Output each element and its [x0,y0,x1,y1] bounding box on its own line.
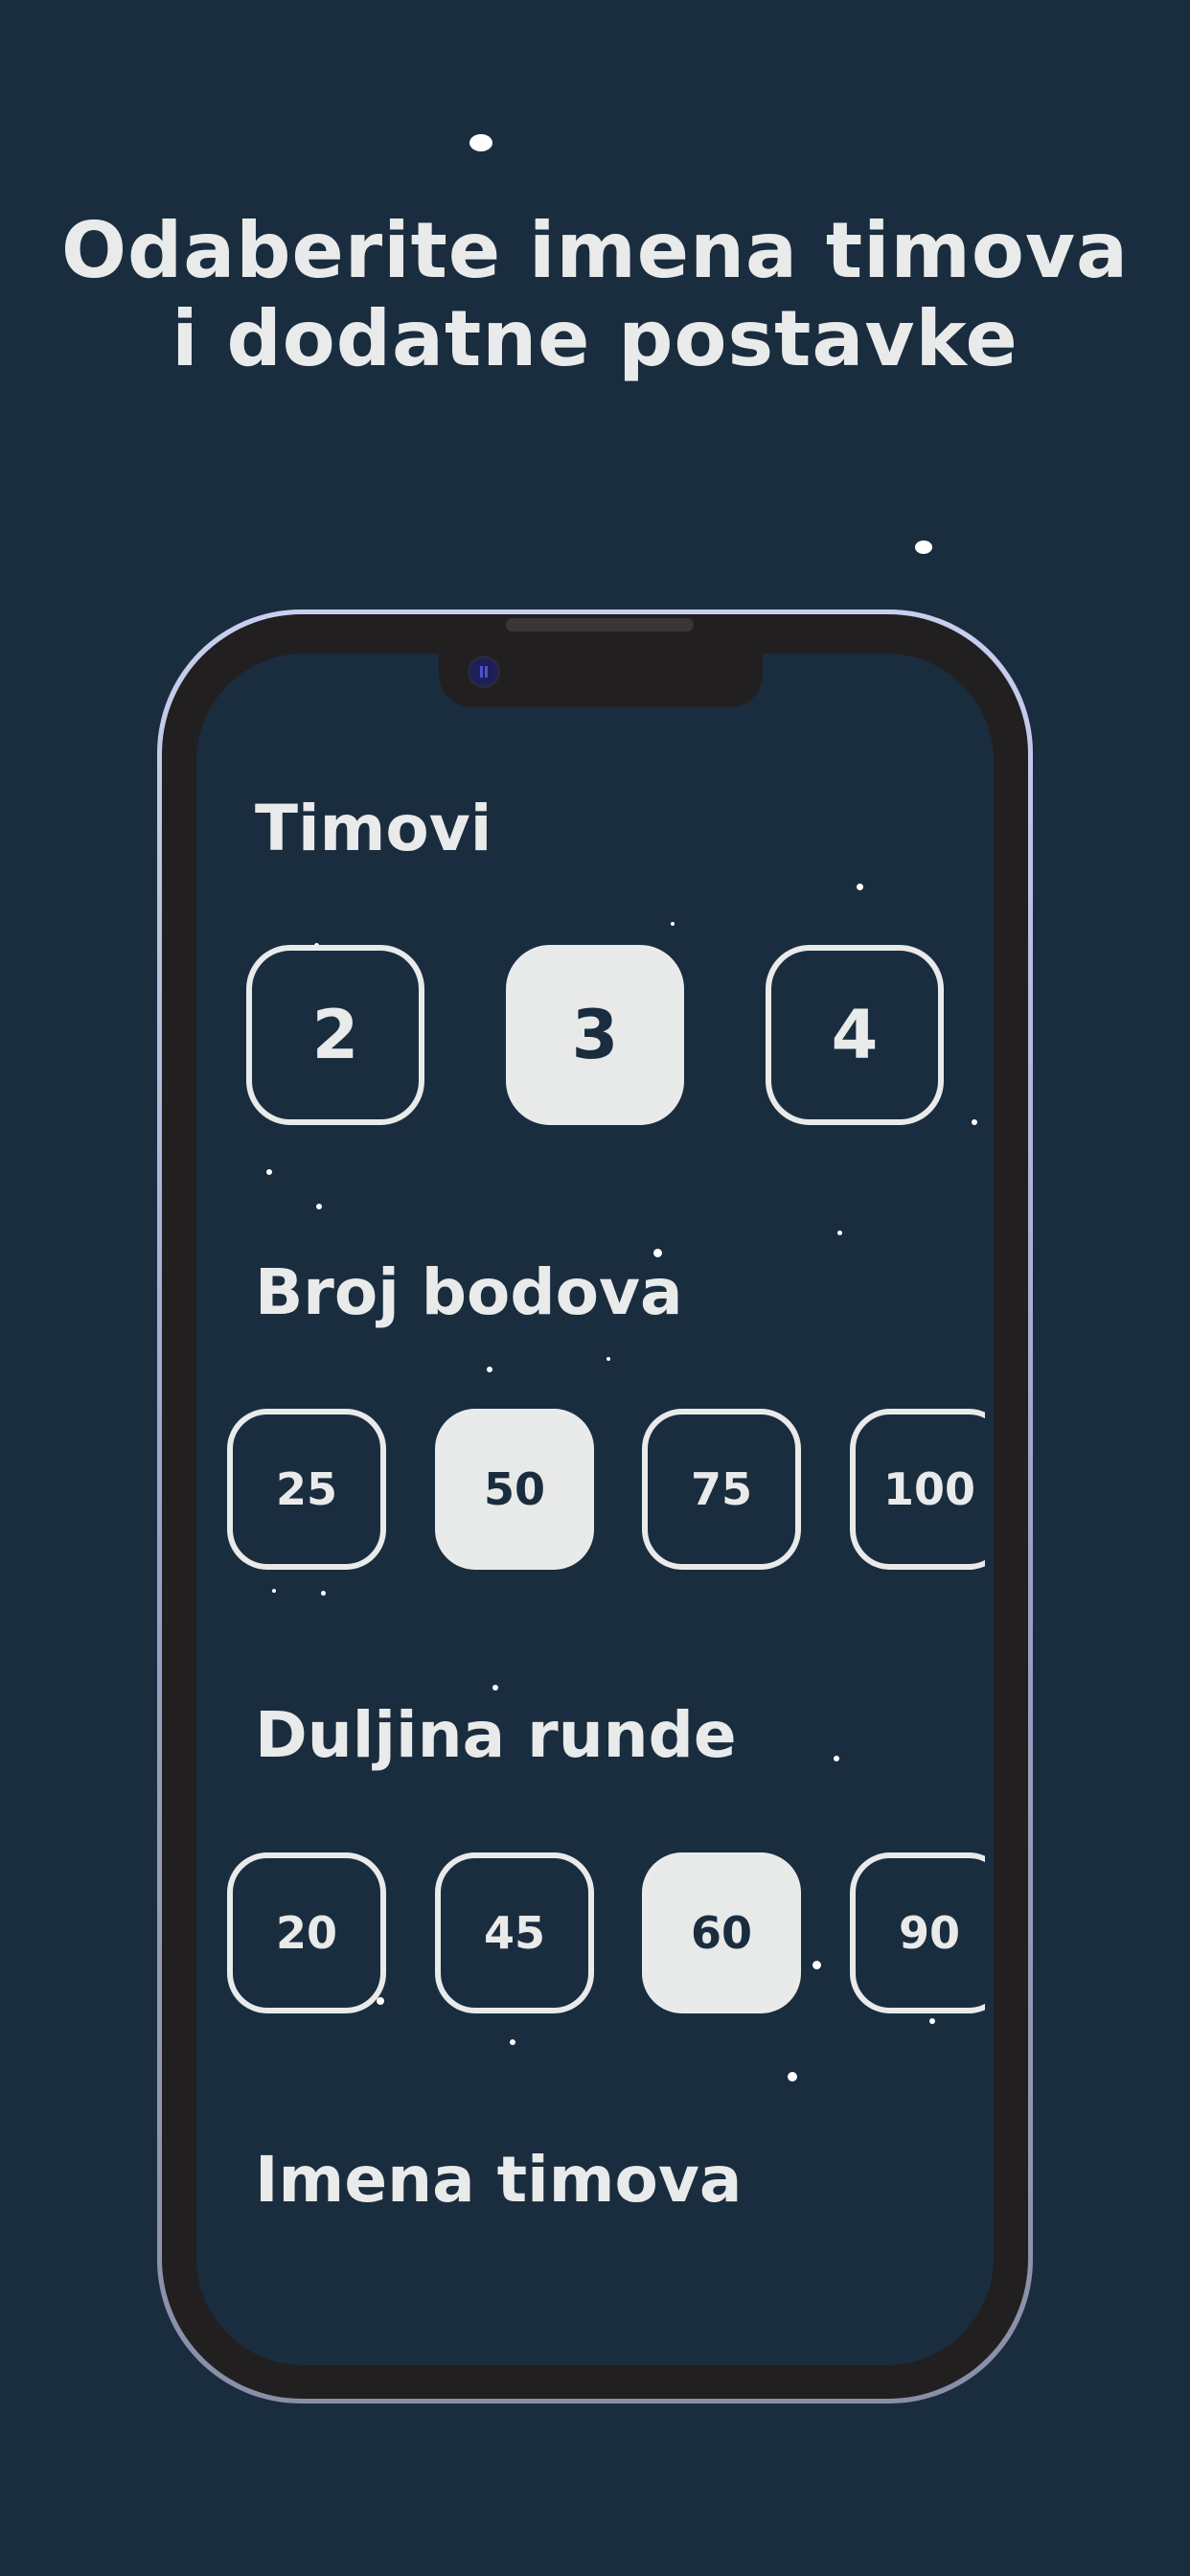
phone-speaker [506,618,694,632]
promo-headline: Odaberite imena timova i dodatne postavk… [0,207,1190,383]
star-decoration [492,1685,498,1690]
round-length-options-row: 20 45 60 90 [192,1851,985,2017]
round-length-option-20[interactable]: 20 [227,1852,386,2013]
headline-line-1: Odaberite imena timova [61,206,1129,295]
star-decoration [671,922,675,926]
star-decoration [487,1367,492,1372]
star-decoration [788,2072,797,2082]
teams-section-title: Timovi [255,792,492,865]
camera-icon [468,656,500,688]
teams-option-4[interactable]: 4 [766,945,944,1125]
points-option-75[interactable]: 75 [642,1409,801,1570]
points-section-title: Broj bodova [255,1255,683,1329]
star-decoration [837,1230,842,1235]
star-decoration [972,1119,977,1125]
points-option-25[interactable]: 25 [227,1409,386,1570]
star-decoration [834,1756,839,1761]
round-length-section-title: Duljina runde [255,1698,737,1772]
round-length-option-60[interactable]: 60 [642,1852,801,2013]
star-decoration [510,2039,515,2045]
points-options-row: 25 50 75 100 [192,1407,985,1574]
star-decoration [915,540,932,554]
teams-option-2[interactable]: 2 [246,945,424,1125]
points-option-50[interactable]: 50 [435,1409,594,1570]
star-decoration [929,2018,935,2024]
teams-option-3[interactable]: 3 [506,945,684,1125]
round-length-option-90[interactable]: 90 [850,1852,985,2013]
round-length-option-45[interactable]: 45 [435,1852,594,2013]
star-decoration [606,1357,610,1361]
star-decoration [857,884,863,890]
headline-line-2: i dodatne postavke [172,294,1018,383]
team-names-section-title: Imena timova [255,2143,743,2217]
star-decoration [266,1169,272,1175]
star-decoration [316,1204,322,1209]
star-decoration [321,1591,326,1596]
points-option-100[interactable]: 100 [850,1409,985,1570]
star-decoration [469,134,492,151]
star-decoration [272,1589,276,1593]
